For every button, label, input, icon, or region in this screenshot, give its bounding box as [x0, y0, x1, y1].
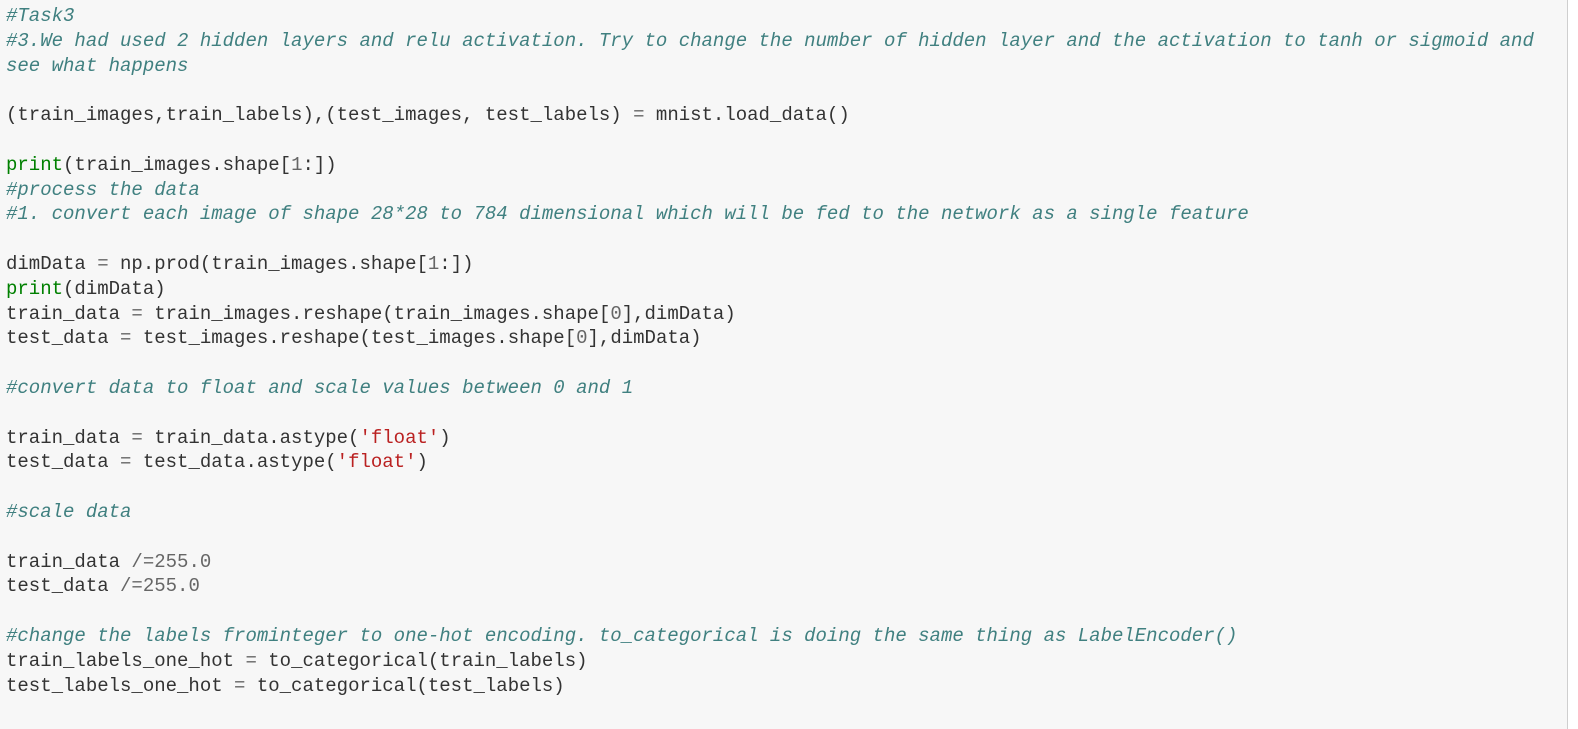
- code-token: :]): [439, 252, 474, 275]
- operator-token: /=: [120, 575, 143, 598]
- number-token: 1: [427, 252, 440, 275]
- code-token: to_categorical(test_labels): [245, 674, 565, 697]
- code-token: (dimData): [63, 277, 166, 300]
- code-line: #1. convert each image of shape 28*28 to…: [6, 202, 1534, 227]
- code-line: (train_images,train_labels),(test_images…: [6, 103, 1534, 128]
- code-line: #process the data: [6, 178, 1534, 203]
- comment-token: #change the labels frominteger to one-ho…: [6, 624, 1238, 647]
- code-token: ],dimData): [587, 327, 702, 350]
- code-token: ],dimData): [621, 302, 736, 325]
- number-token: 0: [576, 327, 588, 350]
- code-line: #3.We had used 2 hidden layers and relu …: [6, 29, 1534, 54]
- code-editor[interactable]: #Task3 #3.We had used 2 hidden layers and…: [6, 4, 1534, 698]
- code-token: test_labels_one_hot: [6, 674, 235, 697]
- operator-token: =: [120, 451, 132, 474]
- number-token: 255.0: [142, 575, 200, 598]
- code-token: (train_images.shape[: [63, 153, 292, 176]
- code-token: (train_images,train_labels),(test_images…: [6, 104, 634, 127]
- code-line: #change the labels frominteger to one-ho…: [6, 624, 1534, 649]
- number-token: 0: [610, 302, 622, 325]
- string-token: 'float': [359, 426, 440, 449]
- code-line: #Task3: [6, 4, 1534, 29]
- code-line: train_labels_one_hot = to_categorical(tr…: [6, 649, 1534, 674]
- code-token: train_data: [6, 426, 132, 449]
- operator-token: =: [120, 327, 132, 350]
- comment-token: see what happens: [6, 54, 189, 77]
- operator-token: =: [97, 252, 109, 275]
- code-token: ): [439, 426, 451, 449]
- code-token: to_categorical(train_labels): [256, 649, 588, 672]
- keyword-token: print: [6, 153, 64, 176]
- code-line: test_labels_one_hot = to_categorical(tes…: [6, 674, 1534, 699]
- operator-token: =: [234, 674, 246, 697]
- code-token: dimData: [6, 252, 98, 275]
- operator-token: =: [245, 649, 257, 672]
- code-token: test_data: [6, 575, 121, 598]
- number-token: 255.0: [154, 550, 212, 573]
- code-token: train_data.astype(: [142, 426, 360, 449]
- code-token: test_images.reshape(test_images.shape[: [131, 327, 577, 350]
- code-line: print(train_images.shape[1:]): [6, 153, 1534, 178]
- code-line: dimData = np.prod(train_images.shape[1:]…: [6, 252, 1534, 277]
- comment-token: #scale data: [6, 500, 132, 523]
- code-line: test_data /=255.0: [6, 574, 1534, 599]
- code-token: test_data: [6, 327, 121, 350]
- keyword-token: print: [6, 277, 64, 300]
- code-token: train_images.reshape(train_images.shape[: [142, 302, 611, 325]
- code-token: test_data.astype(: [131, 451, 337, 474]
- number-token: 1: [291, 153, 303, 176]
- code-line: train_data /=255.0: [6, 550, 1534, 575]
- code-token: train_data: [6, 550, 132, 573]
- code-token: :]): [302, 153, 337, 176]
- code-token: train_data: [6, 302, 132, 325]
- code-token: test_data: [6, 451, 121, 474]
- operator-token: /=: [131, 550, 155, 573]
- comment-token: #Task3: [6, 5, 75, 27]
- comment-token: #3.We had used 2 hidden layers and relu …: [6, 29, 1534, 52]
- code-token: train_labels_one_hot: [6, 649, 246, 672]
- code-token: np.prod(train_images.shape[: [108, 252, 428, 275]
- code-line: test_data = test_images.reshape(test_ima…: [6, 326, 1534, 351]
- comment-token: #1. convert each image of shape 28*28 to…: [6, 203, 1249, 226]
- operator-token: =: [131, 302, 143, 325]
- code-token: ): [416, 451, 428, 474]
- comment-token: #process the data: [6, 178, 200, 201]
- code-line: train_data = train_data.astype('float'): [6, 426, 1534, 451]
- operator-token: =: [633, 104, 645, 127]
- comment-token: #convert data to float and scale values …: [6, 376, 634, 399]
- code-line: test_data = test_data.astype('float'): [6, 450, 1534, 475]
- code-token: mnist.load_data(): [644, 104, 850, 127]
- code-line: train_data = train_images.reshape(train_…: [6, 302, 1534, 327]
- code-line: #convert data to float and scale values …: [6, 376, 1534, 401]
- string-token: 'float': [336, 451, 417, 474]
- code-line: see what happens: [6, 54, 1534, 79]
- code-line: #scale data: [6, 500, 1534, 525]
- code-line: print(dimData): [6, 277, 1534, 302]
- code-cell[interactable]: #Task3 #3.We had used 2 hidden layers and…: [0, 0, 1568, 729]
- operator-token: =: [131, 426, 143, 449]
